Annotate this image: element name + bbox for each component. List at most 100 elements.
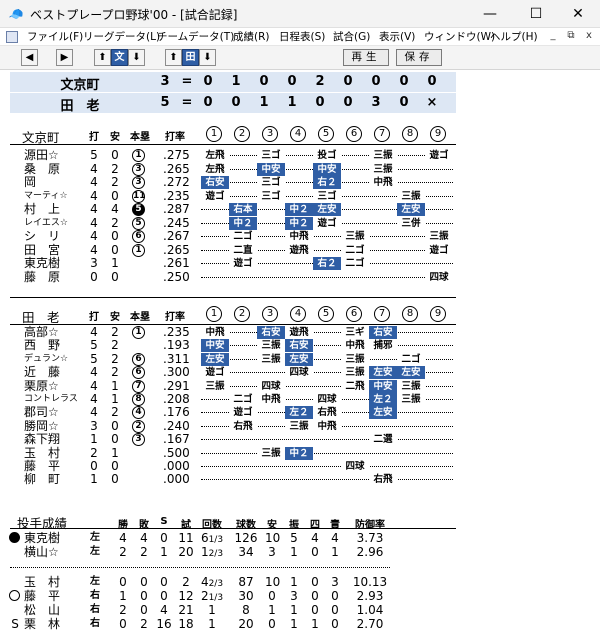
save-button[interactable]: 保存 bbox=[396, 49, 442, 66]
previous-game-button[interactable]: ◀ bbox=[21, 49, 38, 66]
batter-row[interactable]: 村 上 4 4 5.287 右本 中２ 左安 左安 bbox=[0, 203, 600, 216]
down-arrow-icon: ⬇ bbox=[132, 52, 141, 63]
batter-name: 桑 原 bbox=[24, 161, 61, 176]
at-bat-result: 遊飛 bbox=[285, 326, 313, 339]
pitching-so-value: 1 bbox=[290, 603, 298, 617]
pitcher-row[interactable]: 玉 村左 0 0 0 2 42/3 87 10 1 0 3 10.13 bbox=[0, 575, 600, 589]
innings-fraction: 1/3 bbox=[208, 535, 224, 545]
pitching-s-value: 0 bbox=[160, 531, 168, 545]
batter-row[interactable]: 東克樹 3 1 .261 遊ゴ 右２ 二ゴ bbox=[0, 257, 600, 270]
batter-row[interactable]: 勝岡☆ 3 0 2 .240 右飛 三振 中飛 bbox=[0, 419, 600, 433]
play-button[interactable]: 再生 bbox=[343, 49, 389, 66]
throwing-hand: 右 bbox=[90, 618, 100, 629]
batter-row[interactable]: 藤 原 0 0 .250 四球 bbox=[0, 270, 600, 284]
team1-up-button[interactable]: ⬆ bbox=[94, 49, 111, 66]
pitcher-row[interactable]: 松 山右 2 0 4 21 1 8 1 1 0 0 1.04 bbox=[0, 603, 600, 617]
at-bat-result: 三ゴ bbox=[257, 189, 285, 203]
scoreboard-row: 田 老 5 = 0 0 1 1 0 0 3 0 × bbox=[10, 93, 456, 114]
menu-schedule[interactable]: 日程表(S) bbox=[279, 30, 325, 44]
at-bat-result: 遊ゴ bbox=[313, 216, 341, 230]
batter-row[interactable]: デュラン☆ 5 2 6.311 左安 三振 左安 三振 二ゴ bbox=[0, 351, 600, 366]
batter-row[interactable]: レイエス☆ 4 2 5.245 中２ 中２ 遊ゴ 三併 bbox=[0, 215, 600, 230]
team2-down-button[interactable]: ⬇ bbox=[199, 49, 216, 66]
pitcher-row[interactable]: 藤 平右 1 0 0 12 21/3 30 0 3 0 0 2.93 bbox=[0, 589, 600, 603]
mdi-restore-button[interactable]: ⧉ bbox=[564, 29, 578, 43]
team1-toggle-button[interactable]: 文 bbox=[111, 49, 128, 66]
menu-league-data[interactable]: リーグデータ(L) bbox=[83, 30, 160, 44]
at-bat-result: 三併 bbox=[397, 216, 425, 230]
team2-toggle-button[interactable]: 田 bbox=[182, 49, 199, 66]
batter-row[interactable]: コントレラス 4 1 8 .208 二ゴ 中飛 四球 左２ 三振 bbox=[0, 393, 600, 406]
at-bats-value: 0 bbox=[90, 459, 98, 473]
pitcher-row[interactable]: S栗 林右 0 2 16 18 1 20 0 1 1 0 2.70 bbox=[0, 617, 600, 631]
batter-row[interactable]: 田 宮 4 0 1 .265 二直 遊飛 二ゴ 遊ゴ bbox=[0, 243, 600, 257]
batter-row[interactable]: 近 藤 4 2 6.300 遊ゴ 四球 三振 左安 左安 bbox=[0, 366, 600, 380]
at-bat-result: 二ゴ bbox=[229, 393, 257, 406]
pitcher-row[interactable]: 横山☆ 左 2 2 1 20 12/3 34 3 1 0 1 2.96 bbox=[0, 545, 600, 559]
batter-name: 玉 村 bbox=[24, 445, 61, 460]
batter-row[interactable]: 桑 原 4 2 3 .265 左飛 中安 中安 三振 bbox=[0, 161, 600, 176]
pitching-bb-value: 4 bbox=[311, 531, 319, 545]
batter-row[interactable]: 柳 町 1 0 .000 右飛 bbox=[0, 473, 600, 487]
menu-view[interactable]: 表示(V) bbox=[379, 30, 415, 44]
pitching-era-value: 2.96 bbox=[356, 545, 384, 559]
minimize-button[interactable]: — bbox=[468, 0, 512, 28]
batter-row[interactable]: シ リ 4 0 6 .267 二ゴ 中飛 三振 三振 bbox=[0, 230, 600, 243]
inning-number-header: 1 bbox=[206, 306, 222, 322]
pitching-bb-value: 0 bbox=[311, 603, 319, 617]
scoreboard-equals: = bbox=[181, 74, 193, 89]
scoreboard-inning-score: 0 bbox=[203, 95, 213, 110]
batter-name: 高部☆ bbox=[24, 325, 59, 339]
menu-window[interactable]: ウィンドウ(W) bbox=[424, 30, 495, 44]
at-bat-result: 右飛 bbox=[229, 419, 257, 433]
at-bat-result: 三ギ bbox=[341, 326, 369, 339]
at-bat-result: 四球 bbox=[285, 366, 313, 380]
next-game-button[interactable]: ▶ bbox=[56, 49, 73, 66]
scoreboard-team: 田 老 bbox=[60, 99, 100, 114]
at-bat-result: 三振 bbox=[397, 379, 425, 393]
batter-row[interactable]: 源田☆ 5 0 1 .275 左飛 三ゴ 投ゴ 三振 遊ゴ bbox=[0, 149, 600, 162]
throwing-hand: 右 bbox=[90, 590, 100, 601]
menu-records[interactable]: 成績(R) bbox=[233, 30, 270, 44]
at-bat-result: 右２ bbox=[313, 176, 341, 189]
inning-number-header: 2 bbox=[234, 306, 250, 322]
pitching-l-value: 0 bbox=[140, 575, 148, 589]
mdi-minimize-button[interactable]: _ bbox=[546, 29, 560, 43]
scoreboard-inning-score: 0 bbox=[259, 74, 269, 89]
batter-row[interactable]: 岡 4 2 3 .272 右安 三ゴ 右２ 中飛 bbox=[0, 176, 600, 189]
batter-row[interactable]: 森下翔 1 0 3 .167 二選 bbox=[0, 433, 600, 447]
pitching-er-value: 0 bbox=[331, 617, 339, 631]
team1-down-button[interactable]: ⬇ bbox=[128, 49, 145, 66]
batting-average-value: .267 bbox=[163, 229, 190, 243]
menu-help[interactable]: ヘルプ(H) bbox=[490, 30, 538, 44]
at-bats-value: 4 bbox=[90, 188, 98, 203]
menu-file[interactable]: ファイル(F) bbox=[27, 30, 83, 44]
menu-game[interactable]: 試合(G) bbox=[333, 30, 370, 44]
batter-row[interactable]: 高部☆ 4 2 1.235 中飛 右安 遊飛 三ギ 右安 bbox=[0, 326, 600, 339]
batting-average-value: .311 bbox=[163, 351, 190, 366]
maximize-button[interactable]: ☐ bbox=[514, 0, 558, 28]
batter-row[interactable]: 西 野 5 2 .193 中安 三振 右安 中飛 捕邪 bbox=[0, 339, 600, 353]
batter-row[interactable]: 藤 平 0 0 .000 四球 bbox=[0, 460, 600, 473]
batter-name: コントレラス bbox=[24, 394, 78, 404]
batter-row[interactable]: 栗原☆ 4 1 7.291 三振 四球 二飛 中安 三振 bbox=[0, 379, 600, 393]
batter-row[interactable]: 玉 村 2 1 .500 三振 中２ bbox=[0, 445, 600, 460]
scoreboard-inning-score: 0 bbox=[399, 74, 409, 89]
mdi-close-button[interactable]: x bbox=[582, 29, 596, 43]
batter-row[interactable]: マーティ☆ 4 0 11 .235 遊ゴ 三ゴ 三ゴ 三振 bbox=[0, 188, 600, 203]
dotted-leader bbox=[201, 276, 453, 278]
menu-team-data[interactable]: チームデータ(T) bbox=[157, 30, 234, 44]
innings-fraction: 2/3 bbox=[208, 579, 224, 589]
document-icon[interactable] bbox=[6, 31, 18, 43]
batting-average-value: .245 bbox=[163, 215, 190, 230]
at-bat-result: 右安 bbox=[201, 176, 229, 189]
batter-row[interactable]: 郡司☆ 4 2 4 .176 遊ゴ 左２ 右飛 左安 bbox=[0, 406, 600, 420]
at-bat-result: 三振 bbox=[425, 230, 453, 243]
at-bats-value: 4 bbox=[90, 161, 98, 176]
home-runs-value: 4 bbox=[132, 406, 145, 420]
pitching-h-value: 0 bbox=[268, 617, 276, 631]
pitching-s-value: 16 bbox=[156, 617, 172, 631]
close-button[interactable]: ✕ bbox=[556, 0, 600, 28]
pitcher-row[interactable]: 東克樹左 4 4 0 11 61/3 126 10 5 4 4 3.73 bbox=[0, 531, 600, 545]
team2-up-button[interactable]: ⬆ bbox=[165, 49, 182, 66]
